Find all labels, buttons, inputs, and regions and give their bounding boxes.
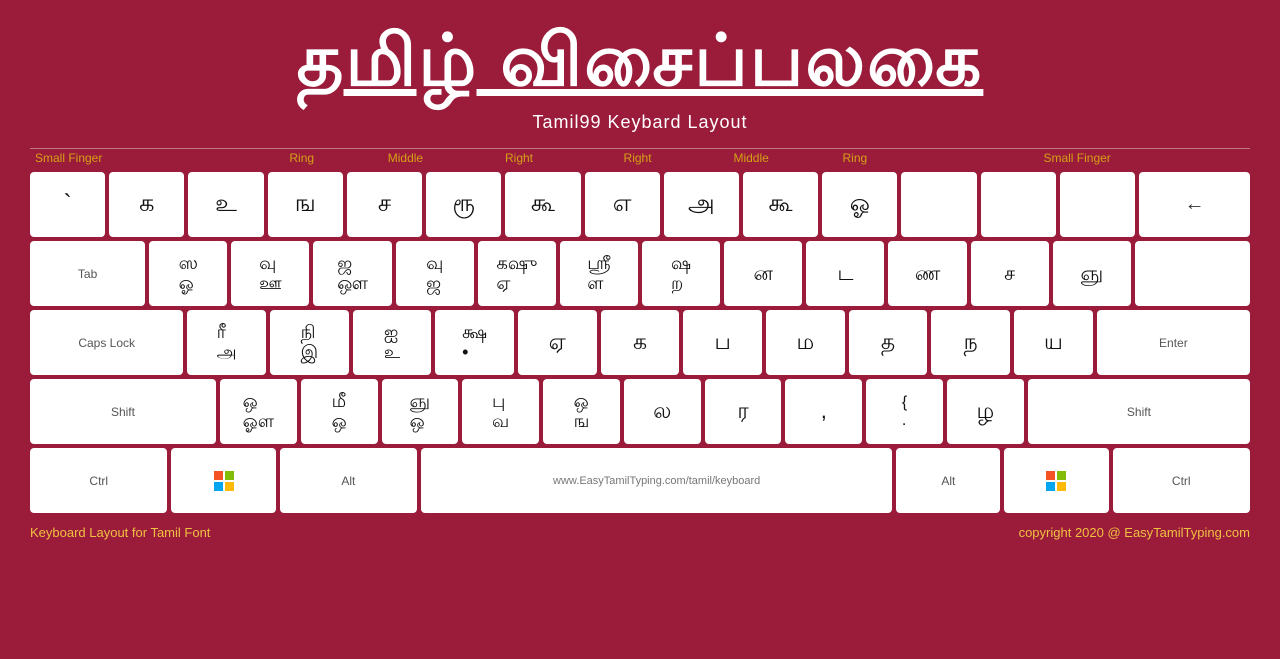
finger-label-middle-left: Middle — [351, 149, 460, 167]
key-minus[interactable] — [901, 172, 976, 237]
key-0[interactable]: ஓ — [822, 172, 897, 237]
row-qwerty: Tab ஸஓ வுஊ ஜஔ வுஜ கஷுஏ ஸ்ரீள ஷற ன ட ண ச … — [30, 241, 1250, 306]
key-l[interactable]: த — [849, 310, 928, 375]
key-h[interactable]: க — [601, 310, 680, 375]
finger-label-right-left: Right — [460, 149, 579, 167]
key-u[interactable]: ஷற — [642, 241, 720, 306]
key-alt-left[interactable]: Alt — [280, 448, 417, 513]
key-ctrl-left[interactable]: Ctrl — [30, 448, 167, 513]
finger-label-small-finger-left: Small Finger — [30, 149, 252, 167]
key-bracket-open[interactable]: ச — [971, 241, 1049, 306]
key-equals[interactable] — [981, 172, 1056, 237]
key-caps-lock[interactable]: Caps Lock — [30, 310, 183, 375]
key-bracket-close[interactable]: ஞு — [1053, 241, 1131, 306]
key-win-right[interactable] — [1004, 448, 1108, 513]
key-r[interactable]: வுஜ — [396, 241, 474, 306]
key-n[interactable]: ல — [624, 379, 701, 444]
key-shift-right[interactable]: Shift — [1028, 379, 1250, 444]
key-space[interactable]: www.EasyTamilTyping.com/tamil/keyboard — [421, 448, 892, 513]
key-p[interactable]: ண — [888, 241, 966, 306]
subtitle: Tamil99 Keybard Layout — [532, 112, 747, 133]
keyboard-wrapper: Small Finger Ring Middle Right Right Mid… — [30, 148, 1250, 517]
key-7[interactable]: எ — [585, 172, 660, 237]
key-w[interactable]: வுஊ — [231, 241, 309, 306]
finger-label-small-finger-right: Small Finger — [904, 149, 1250, 167]
finger-labels-row: Small Finger Ring Middle Right Right Mid… — [30, 148, 1250, 169]
key-win-left[interactable] — [171, 448, 275, 513]
row-asdf: Caps Lock ரீஅ நிஇ ஐஉ க்ஷ• ஏ க ப ம த ந ய … — [30, 310, 1250, 375]
key-f[interactable]: க்ஷ• — [435, 310, 514, 375]
page-title: தமிழ் விசைப்பலகை — [297, 20, 984, 112]
finger-label-ring-left: Ring — [252, 149, 351, 167]
key-alt-right[interactable]: Alt — [896, 448, 1000, 513]
key-k[interactable]: ம — [766, 310, 845, 375]
key-tab[interactable]: Tab — [30, 241, 145, 306]
key-slash[interactable]: ழ — [947, 379, 1024, 444]
footer-right: copyright 2020 @ EasyTamilTyping.com — [1019, 525, 1250, 540]
key-c[interactable]: ஞுஒ — [382, 379, 459, 444]
key-j[interactable]: ப — [683, 310, 762, 375]
key-9[interactable]: கூ — [743, 172, 818, 237]
key-semicolon[interactable]: ந — [931, 310, 1010, 375]
key-5[interactable]: ரூ — [426, 172, 501, 237]
key-comma[interactable]: , — [785, 379, 862, 444]
row-shift: Shift ஒஓள மீஒ ஞுஒ புவ ஒங ல ர , {. ழ Shif… — [30, 379, 1250, 444]
footer: Keyboard Layout for Tamil Font copyright… — [30, 525, 1250, 540]
windows-icon-left — [213, 470, 235, 492]
key-4[interactable]: ச — [347, 172, 422, 237]
row-bottom: Ctrl Alt www.EasyTamilTyping.com/tamil/k… — [30, 448, 1250, 513]
key-v[interactable]: புவ — [462, 379, 539, 444]
key-6[interactable]: கூ — [505, 172, 580, 237]
key-3[interactable]: ங — [268, 172, 343, 237]
key-g[interactable]: ஏ — [518, 310, 597, 375]
windows-icon-right — [1045, 470, 1067, 492]
key-z[interactable]: ஒஓள — [220, 379, 297, 444]
finger-label-middle-right: Middle — [697, 149, 806, 167]
key-enter-top[interactable] — [1135, 241, 1250, 306]
key-b[interactable]: ஒங — [543, 379, 620, 444]
key-d[interactable]: ஐஉ — [353, 310, 432, 375]
key-t[interactable]: கஷுஏ — [478, 241, 556, 306]
key-1[interactable]: க — [109, 172, 184, 237]
key-x[interactable]: மீஒ — [301, 379, 378, 444]
key-quote[interactable]: ய — [1014, 310, 1093, 375]
key-s[interactable]: நிஇ — [270, 310, 349, 375]
key-i[interactable]: ன — [724, 241, 802, 306]
key-m[interactable]: ர — [705, 379, 782, 444]
key-backtick[interactable]: ` — [30, 172, 105, 237]
key-enter[interactable]: Enter — [1097, 310, 1250, 375]
key-o[interactable]: ட — [806, 241, 884, 306]
key-e[interactable]: ஜஔ — [313, 241, 391, 306]
key-q[interactable]: ஸஓ — [149, 241, 227, 306]
key-2[interactable]: உ — [188, 172, 263, 237]
key-backslash-top[interactable] — [1060, 172, 1135, 237]
footer-left: Keyboard Layout for Tamil Font — [30, 525, 210, 540]
key-ctrl-right[interactable]: Ctrl — [1113, 448, 1250, 513]
row-number: ` க உ ங ச ரூ கூ எ அ கூ ஓ ← — [30, 172, 1250, 237]
finger-label-right-right: Right — [578, 149, 697, 167]
key-period[interactable]: {. — [866, 379, 943, 444]
key-shift-left[interactable]: Shift — [30, 379, 216, 444]
key-y[interactable]: ஸ்ரீள — [560, 241, 638, 306]
key-a[interactable]: ரீஅ — [187, 310, 266, 375]
key-backspace[interactable]: ← — [1139, 172, 1250, 237]
key-8[interactable]: அ — [664, 172, 739, 237]
finger-label-ring-right: Ring — [805, 149, 904, 167]
